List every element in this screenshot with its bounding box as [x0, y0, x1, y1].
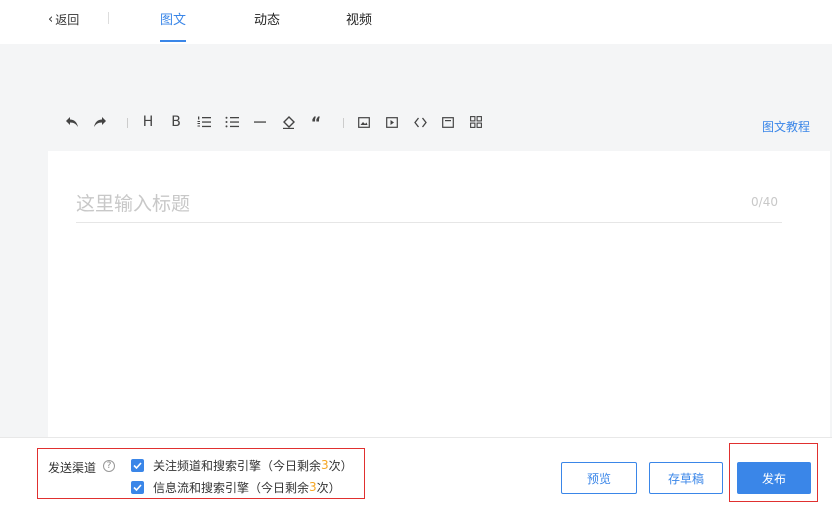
card-icon[interactable] — [438, 112, 458, 132]
redo-icon[interactable] — [90, 112, 110, 132]
tab-video[interactable]: 视频 — [346, 9, 372, 28]
title-char-counter: 0/40 — [751, 195, 778, 209]
quote-icon[interactable]: “ — [306, 112, 326, 132]
active-tab-indicator — [160, 40, 186, 42]
divider-icon[interactable] — [250, 112, 270, 132]
heading-icon[interactable]: H — [138, 112, 158, 132]
top-nav: ‹ 返回 图文 动态 视频 — [0, 0, 832, 44]
title-underline — [76, 222, 782, 223]
chevron-left-icon: ‹ — [48, 11, 54, 27]
editor-toolbar: H B “ 图文教程 — [0, 104, 832, 142]
publish-bar: 发送渠道 ? 关注频道和搜索引擎（今日剩余 3 次） 信息流和搜索引擎（今日剩余 3 次… — [0, 437, 832, 512]
save-draft-button[interactable]: 存草稿 — [649, 462, 723, 494]
unordered-list-icon[interactable] — [222, 112, 242, 132]
grid-icon[interactable] — [466, 112, 486, 132]
code-icon[interactable] — [410, 112, 430, 132]
undo-icon[interactable] — [62, 112, 82, 132]
video-icon[interactable] — [382, 112, 402, 132]
tab-graphic-text[interactable]: 图文 — [160, 9, 186, 28]
preview-button[interactable]: 预览 — [561, 462, 637, 494]
toolbar-divider — [127, 118, 128, 128]
editor-area[interactable]: 0/40 — [48, 151, 830, 437]
ordered-list-icon[interactable] — [194, 112, 214, 132]
nav-separator — [108, 12, 109, 24]
bold-icon[interactable]: B — [166, 112, 186, 132]
tutorial-link[interactable]: 图文教程 — [762, 118, 810, 135]
tab-moments[interactable]: 动态 — [254, 9, 280, 28]
toolbar-divider — [343, 118, 344, 128]
back-label: 返回 — [55, 12, 80, 27]
title-input[interactable] — [76, 185, 782, 223]
channel-highlight-box — [37, 448, 365, 499]
back-button[interactable]: ‹ 返回 — [48, 10, 79, 28]
clear-format-icon[interactable] — [278, 112, 298, 132]
publish-highlight-box — [729, 443, 818, 502]
image-icon[interactable] — [354, 112, 374, 132]
